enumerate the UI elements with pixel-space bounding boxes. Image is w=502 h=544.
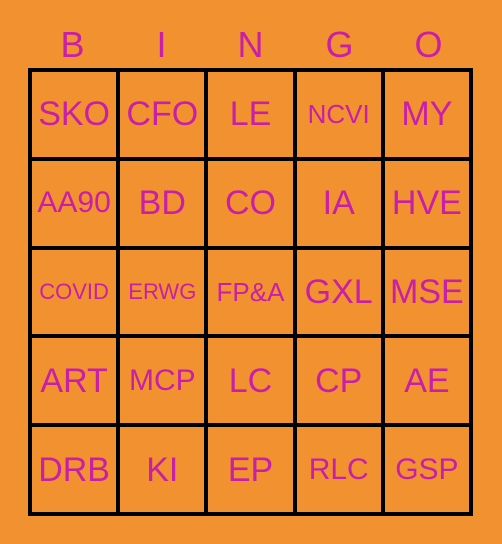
bingo-cell-label: CFO [126,95,199,134]
bingo-header-row: B I N G O [28,22,473,68]
bingo-cell-label: ERWG [128,278,197,304]
bingo-cell[interactable]: CFO [120,72,205,157]
bingo-cell-label: GSP [395,452,459,486]
bingo-cell[interactable]: CO [208,160,293,246]
bingo-header-letter-i: I [156,24,167,65]
bingo-cell[interactable]: COVID [32,249,117,335]
bingo-cell-label: CP [315,361,363,400]
bingo-cell-label: MCP [128,363,196,397]
bingo-cell-label: NCVI [307,99,370,130]
bingo-cell[interactable]: LE [208,72,293,157]
bingo-cell[interactable]: MSE [384,249,469,335]
bingo-cell[interactable]: RLC [296,427,381,512]
bingo-cell[interactable]: AA90 [32,160,117,246]
bingo-cell-label: SKO [38,95,110,134]
bingo-cell[interactable]: ART [32,338,117,424]
bingo-card: B I N G O SKO CFO LE NCVI MY AA90 BD CO [0,0,502,544]
bingo-cell-label: HVE [391,184,462,223]
bingo-cell-label: ART [40,361,108,400]
bingo-cell-label: LE [229,95,272,134]
bingo-cell[interactable]: AE [384,338,469,424]
bingo-cell-label: COVID [39,278,109,304]
bingo-cell[interactable]: MCP [120,338,205,424]
bingo-grid: SKO CFO LE NCVI MY AA90 BD CO IA HVE COV… [28,68,473,516]
bingo-cell[interactable]: GXL [296,249,381,335]
bingo-cell[interactable]: IA [296,160,381,246]
bingo-cell-label: DRB [38,450,110,489]
bingo-cell-label: MSE [390,272,464,311]
bingo-cell-label: EP [227,450,274,489]
bingo-cell-label: AE [404,361,450,400]
bingo-cell[interactable]: FP&A [208,249,293,335]
bingo-cell[interactable]: DRB [32,427,117,512]
bingo-cell[interactable]: MY [384,72,469,157]
bingo-cell-label: RLC [308,452,369,486]
bingo-cell-label: MY [401,95,453,134]
bingo-header-letter-g: G [325,24,354,65]
bingo-cell-label: FP&A [216,276,285,307]
bingo-header-letter-n: N [237,24,264,65]
bingo-cell-label: KI [146,450,179,489]
bingo-cell-label: BD [138,184,186,223]
bingo-cell-label: GXL [304,272,373,311]
bingo-cell-label: LC [228,361,273,400]
bingo-header-letter-b: B [60,24,85,65]
bingo-header-letter-o: O [414,24,443,65]
bingo-cell-label: IA [322,184,355,223]
bingo-cell-label: AA90 [37,186,111,220]
bingo-cell[interactable]: GSP [384,427,469,512]
bingo-cell-label: CO [224,184,276,223]
bingo-cell[interactable]: BD [120,160,205,246]
bingo-cell[interactable]: SKO [32,72,117,157]
bingo-cell[interactable]: NCVI [296,72,381,157]
bingo-cell[interactable]: HVE [384,160,469,246]
bingo-cell[interactable]: CP [296,338,381,424]
bingo-cell[interactable]: LC [208,338,293,424]
bingo-cell[interactable]: EP [208,427,293,512]
bingo-cell[interactable]: ERWG [120,249,205,335]
bingo-cell[interactable]: KI [120,427,205,512]
